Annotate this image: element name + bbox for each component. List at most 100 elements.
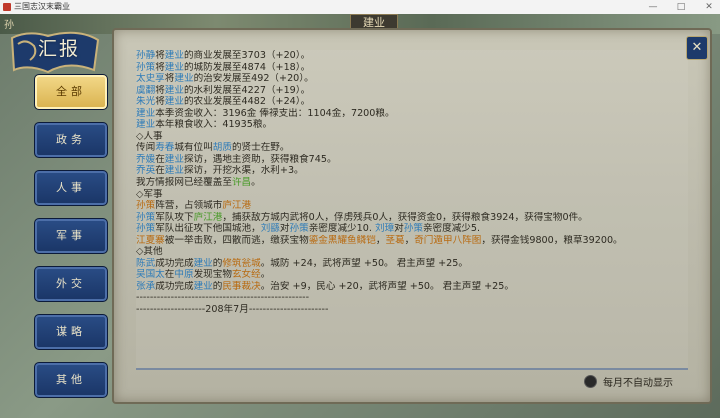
report-line: 孙静将建业的商业发展至3703（+20）。 (136, 50, 688, 62)
report-text: 。 (260, 269, 271, 281)
report-line: 我方情报网已经覆盖至许昌。 (136, 177, 688, 189)
report-highlight[interactable]: 鎏金黑耀鱼鳞铠 (309, 235, 376, 246)
report-text: 将 (155, 84, 165, 96)
report-highlight[interactable]: 孙策 (136, 212, 155, 223)
report-text: 的贤士在野。 (231, 142, 290, 154)
report-highlight[interactable]: 中原 (174, 269, 193, 280)
report-highlight[interactable]: 虞翻 (136, 85, 155, 96)
report-line: 虞翻将建业的水利发展至4227（+19）。 (136, 85, 688, 97)
report-text: 阵营，占领城市 (155, 200, 223, 212)
report-text: 我方情报网已经覆盖至 (136, 177, 232, 189)
report-highlight[interactable]: 刘繇 (261, 223, 280, 234)
report-highlight[interactable]: 孙静 (136, 50, 155, 61)
report-highlight[interactable]: 民事裁决 (222, 281, 260, 292)
report-line: ◇军事 (136, 189, 688, 201)
report-highlight[interactable]: 乔媛 (136, 154, 155, 165)
close-report-button[interactable]: ✕ (686, 36, 708, 60)
report-highlight[interactable]: 太史享 (136, 73, 165, 84)
report-text: 亲密度减少10. (308, 223, 375, 235)
report-highlight[interactable]: 张承 (136, 281, 155, 292)
report-line: 陈武成功完成建业的修筑瓮城。城防 +24，武将声望 +50。 君主声望 +25。 (136, 258, 688, 270)
report-text: 被一举击败，四散而逃，缴获宝物 (164, 234, 309, 246)
auto-show-toggle[interactable]: 每月不自动显示 (584, 374, 673, 389)
report-text: 在 (164, 269, 175, 281)
report-text: 军队攻下 (155, 211, 194, 223)
menu-tab[interactable]: 政务 (34, 122, 108, 158)
report-text: 。 (251, 177, 261, 189)
report-highlight[interactable]: 建业 (194, 281, 213, 292)
report-text: 本季资金收入：3196金 俸禄支出：1104金，7200粮。 (155, 107, 395, 119)
minimize-button[interactable]: — (646, 0, 660, 14)
report-text: 亲密度减少5. (422, 223, 481, 235)
auto-show-radio[interactable] (584, 375, 597, 388)
report-highlight[interactable]: 胡质 (213, 142, 232, 153)
report-highlight[interactable]: 建业 (165, 85, 184, 96)
report-text: ----------------------------------------… (136, 292, 310, 304)
report-highlight[interactable]: 许昌 (232, 177, 251, 188)
report-highlight[interactable]: 寿春 (155, 142, 174, 153)
report-text: 将 (155, 96, 165, 108)
report-line: 孙策军队出征攻下他国城池，刘繇对孙策亲密度减少10. 刘璋对孙策亲密度减少5. (136, 223, 688, 235)
report-highlight[interactable]: 刘璋 (375, 223, 394, 234)
report-highlight[interactable]: 朱光 (136, 96, 155, 107)
report-text: ◇军事 (136, 188, 163, 200)
report-text: 的城防发展至4874（+18）。 (183, 61, 311, 73)
report-text: 的商业发展至3703（+20）。 (183, 50, 311, 61)
report-highlight[interactable]: 孙策 (136, 62, 155, 73)
report-highlight[interactable]: 建业 (174, 73, 193, 84)
report-text: ， (404, 234, 415, 246)
report-highlight[interactable]: 建业 (165, 50, 184, 61)
report-line: 吴国太在中原发现宝物玄女经。 (136, 269, 688, 281)
report-text: ◇其他 (136, 246, 163, 258)
menu-tab[interactable]: 军事 (34, 218, 108, 254)
auto-show-label: 每月不自动显示 (603, 378, 673, 389)
menu-tab[interactable]: 人事 (34, 170, 108, 206)
report-highlight[interactable]: 吴国太 (136, 269, 165, 280)
report-highlight[interactable]: 庐江港 (222, 200, 251, 211)
app-icon (3, 3, 11, 11)
report-line: 建业本季资金收入：3196金 俸禄支出：1104金，7200粮。 (136, 108, 688, 120)
report-panel: 孙静将建业的商业发展至3703（+20）。 孙策将建业的城防发展至4874（+18… (112, 28, 712, 404)
report-text: 。治安 +9，民心 +20，武将声望 +50。 君主声望 +25。 (260, 280, 514, 292)
report-line: 乔媛在建业探访，遇地主资助，获得粮食745。 (136, 154, 688, 166)
report-text: 将 (155, 61, 165, 73)
report-line: 朱光将建业的农业发展至4482（+24）。 (136, 96, 688, 108)
maximize-button[interactable]: □ (674, 0, 688, 14)
report-highlight[interactable]: 建业 (136, 108, 155, 119)
report-line: ----------------------------------------… (136, 292, 688, 304)
report-list: 孙静将建业的商业发展至3703（+20）。 孙策将建业的城防发展至4874（+18… (136, 50, 688, 370)
report-highlight[interactable]: 孙策 (290, 223, 309, 234)
report-line: 孙策阵营，占领城市庐江港 (136, 200, 688, 212)
report-text: 将 (164, 73, 175, 85)
report-highlight[interactable]: 建业 (165, 96, 184, 107)
menu-tab[interactable]: 谋略 (34, 314, 108, 350)
report-highlight[interactable]: 乔英 (136, 165, 155, 176)
report-highlight[interactable]: 建业 (194, 258, 213, 269)
window-close-button[interactable]: ✕ (702, 0, 716, 14)
report-highlight[interactable]: 建业 (165, 62, 184, 73)
menu-tab[interactable]: 全部 (34, 74, 108, 110)
report-highlight[interactable]: 孙策 (136, 200, 155, 211)
report-highlight[interactable]: 建业 (165, 154, 184, 165)
report-highlight[interactable]: 孙策 (136, 223, 155, 234)
window-controls: — □ ✕ (646, 0, 716, 14)
report-highlight[interactable]: 孙策 (404, 223, 423, 234)
report-text: 探访，遇地主资助，获得粮食745。 (183, 153, 337, 165)
report-highlight[interactable]: 陈武 (136, 258, 155, 269)
report-line: 乔英在建业探访，开挖水渠，水利+3。 (136, 165, 688, 177)
report-highlight[interactable]: 建业 (165, 165, 184, 176)
report-line: 建业本年粮食收入：41935粮。 (136, 119, 688, 131)
report-highlight[interactable]: 修筑瓮城 (222, 258, 260, 269)
report-highlight[interactable]: 庐江港 (194, 212, 223, 223)
menu-tab[interactable]: 其他 (34, 362, 108, 398)
report-highlight[interactable]: 建业 (136, 119, 155, 130)
report-highlight[interactable]: 江夏寨 (136, 235, 165, 246)
report-text: 传闻 (136, 142, 156, 154)
report-highlight[interactable]: 奇门遁甲八阵图 (414, 235, 481, 246)
window-titlebar: 三国志汉末霸业 — □ ✕ (0, 0, 720, 15)
report-text: 的农业发展至4482（+24）。 (183, 96, 311, 108)
menu-tab[interactable]: 外交 (34, 266, 108, 302)
report-highlight[interactable]: 玄女经 (232, 269, 261, 280)
report-highlight[interactable]: 茎葛 (385, 235, 404, 246)
report-text: 。城防 +24，武将声望 +50。 君主声望 +25。 (260, 257, 468, 269)
